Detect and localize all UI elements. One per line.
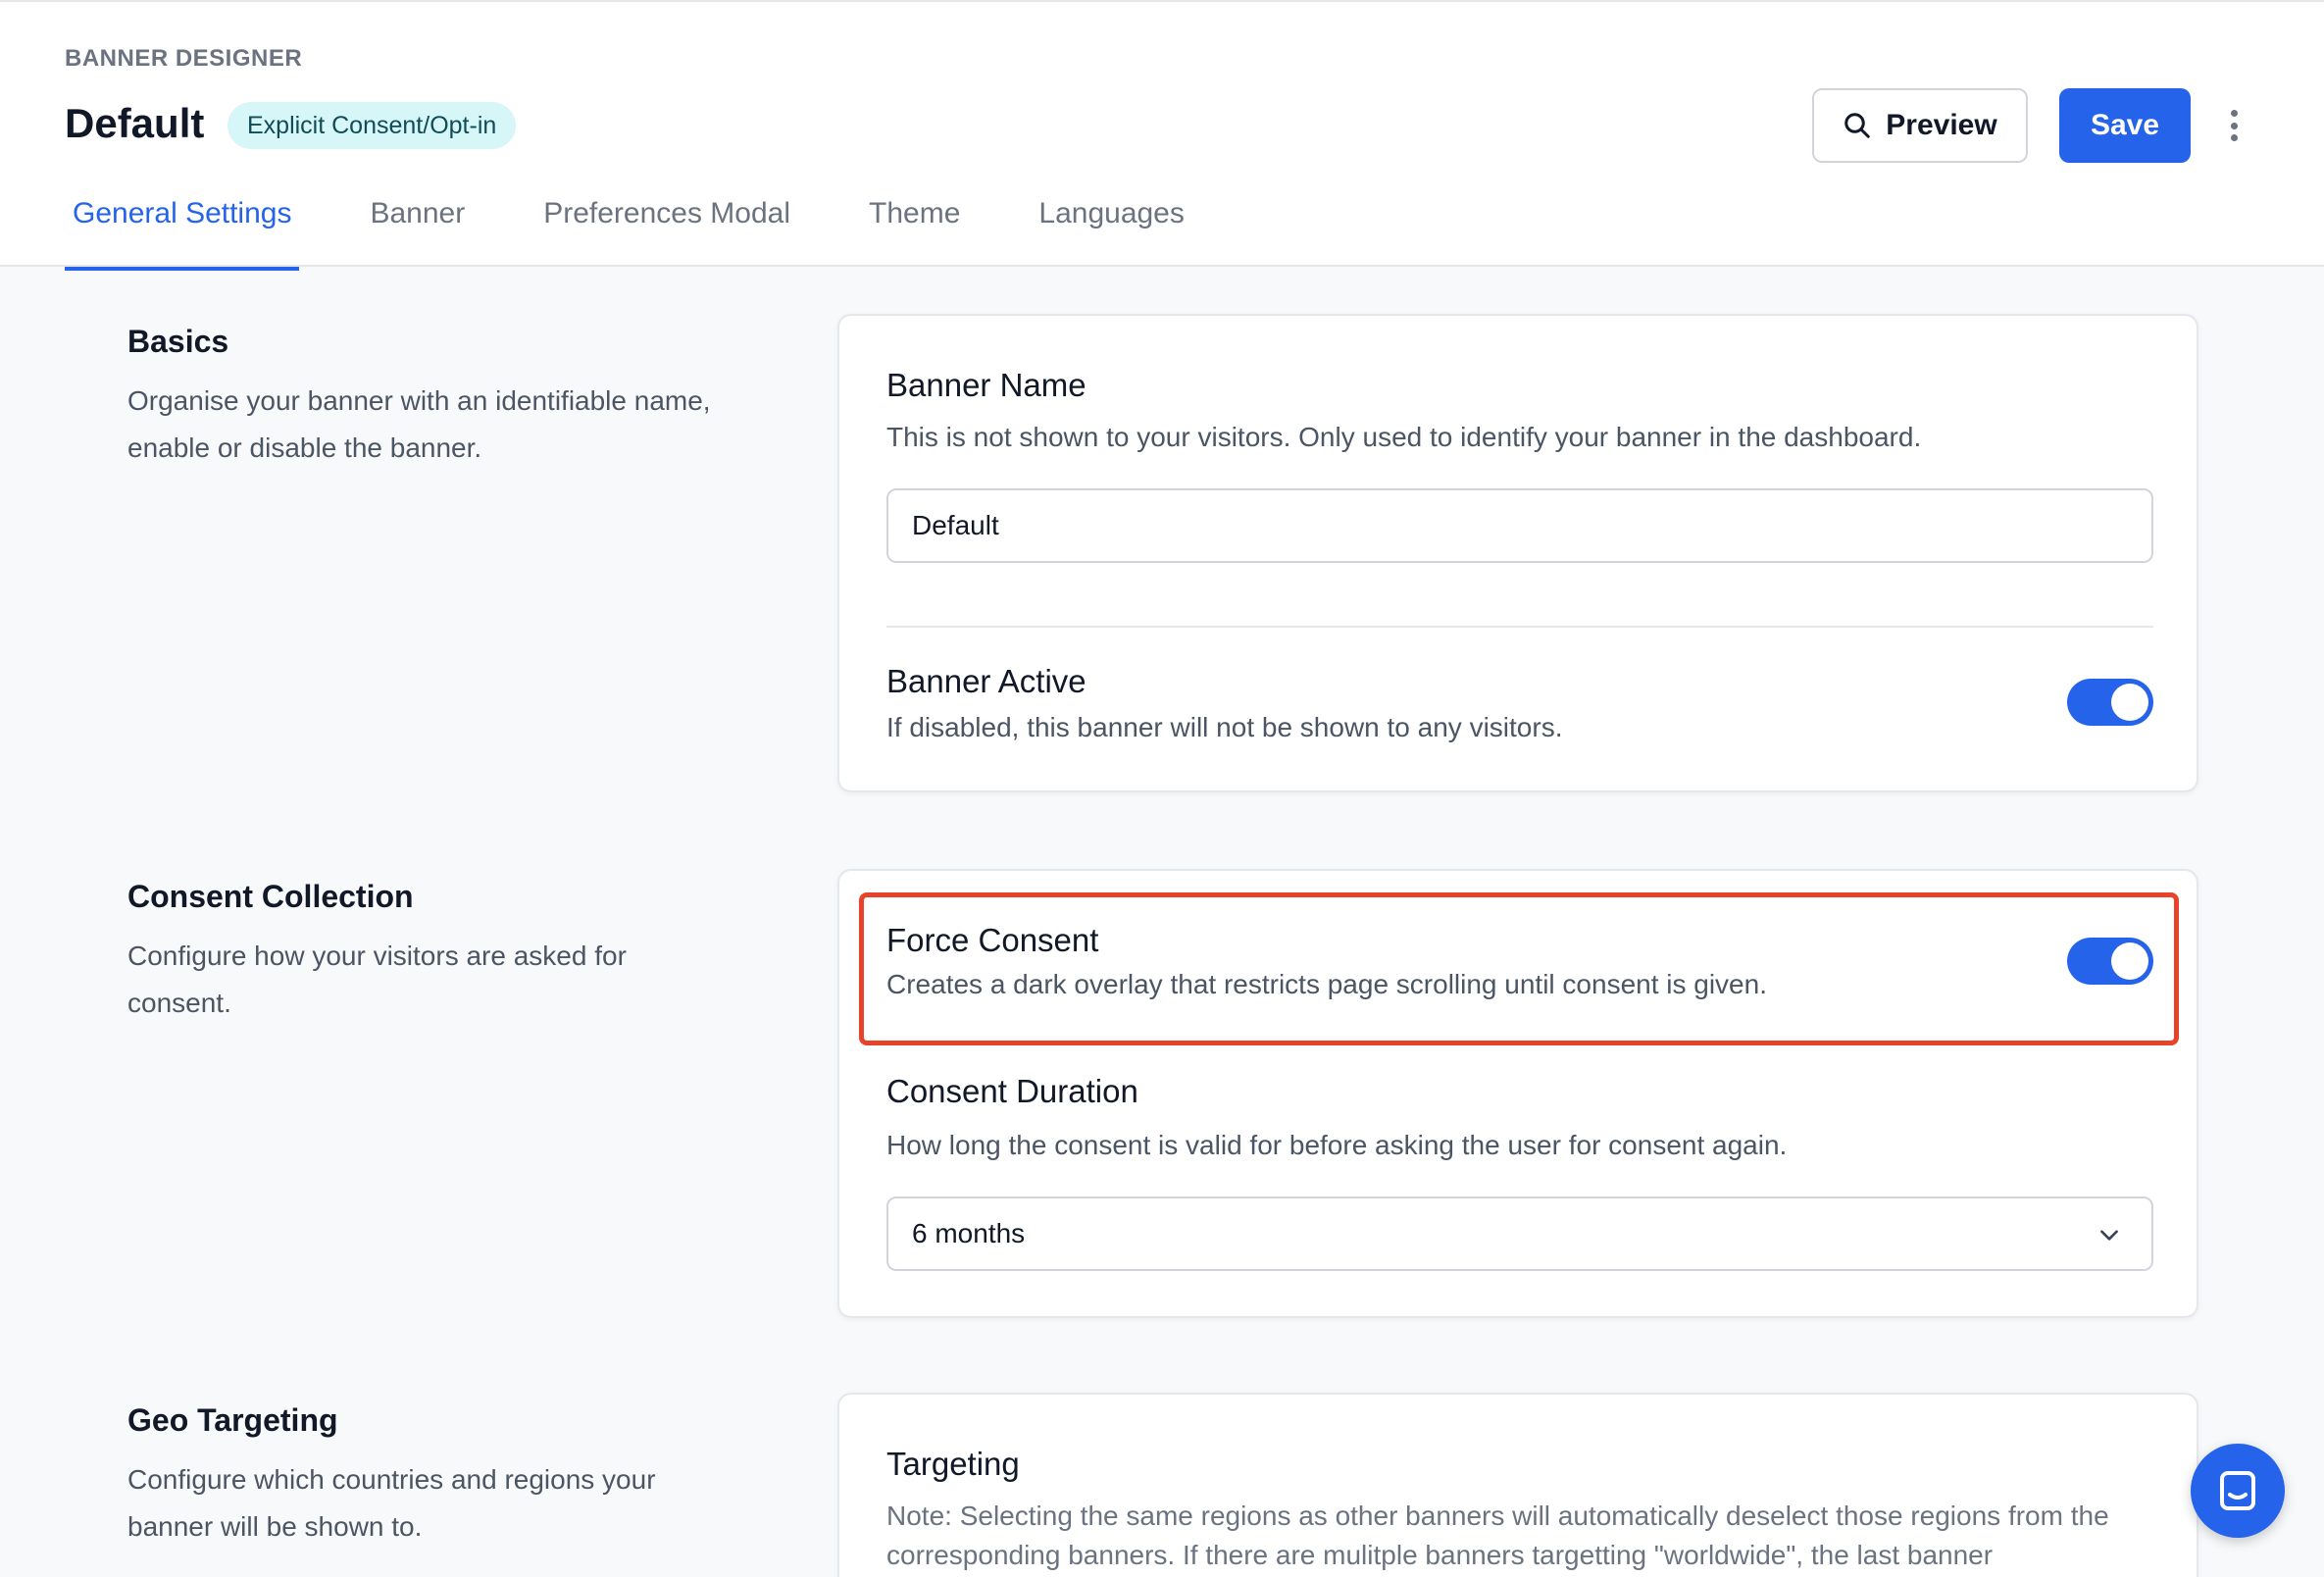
consent-duration-select[interactable]: 6 months xyxy=(886,1196,2153,1271)
page-header: BANNER DESIGNER Default Explicit Consent… xyxy=(0,0,2324,271)
force-consent-label: Force Consent xyxy=(886,922,1099,958)
tab-general-settings[interactable]: General Settings xyxy=(65,188,300,271)
geo-title: Geo Targeting xyxy=(127,1402,338,1438)
consent-duration-value: 6 months xyxy=(912,1218,1026,1248)
basics-title: Basics xyxy=(127,324,229,359)
banner-name-input[interactable] xyxy=(886,488,2153,563)
chat-icon xyxy=(2220,1471,2255,1510)
banner-name-description: This is not shown to your visitors. Only… xyxy=(886,422,1922,452)
consent-duration-label: Consent Duration xyxy=(886,1073,1138,1109)
geo-section-info: Geo Targeting Configure which countries … xyxy=(127,1402,775,1551)
page-title: Default xyxy=(65,100,205,146)
banner-active-description: If disabled, this banner will not be sho… xyxy=(886,712,1563,742)
tab-preferences-modal[interactable]: Preferences Modal xyxy=(535,188,798,269)
tab-languages[interactable]: Languages xyxy=(1031,188,1191,269)
page-eyebrow: BANNER DESIGNER xyxy=(65,45,303,72)
tab-theme[interactable]: Theme xyxy=(861,188,968,269)
consent-description: Configure how your visitors are asked fo… xyxy=(127,941,627,1018)
consent-duration-description: How long the consent is valid for before… xyxy=(886,1130,1788,1160)
tab-banner[interactable]: Banner xyxy=(362,188,473,269)
geo-card: Targeting Note: Selecting the same regio… xyxy=(837,1393,2198,1577)
consent-type-badge: Explicit Consent/Opt-in xyxy=(227,102,517,149)
banner-active-label: Banner Active xyxy=(886,663,1086,699)
settings-tabs: General Settings Banner Preferences Moda… xyxy=(65,188,1255,271)
geo-description: Configure which countries and regions yo… xyxy=(127,1464,656,1542)
basics-card: Banner Name This is not shown to your vi… xyxy=(837,314,2198,792)
search-icon xyxy=(1844,113,1871,138)
save-button[interactable]: Save xyxy=(2059,88,2191,163)
force-consent-toggle[interactable] xyxy=(2067,938,2153,985)
force-consent-description: Creates a dark overlay that restricts pa… xyxy=(886,969,1767,999)
chat-launcher-button[interactable] xyxy=(2191,1444,2285,1538)
banner-name-label: Banner Name xyxy=(886,367,1086,403)
consent-card: Force Consent Creates a dark overlay tha… xyxy=(837,869,2198,1318)
consent-title: Consent Collection xyxy=(127,879,414,914)
targeting-note: Note: Selecting the same regions as othe… xyxy=(886,1501,2109,1570)
banner-active-toggle[interactable] xyxy=(2067,679,2153,726)
card-divider xyxy=(886,626,2153,628)
targeting-label: Targeting xyxy=(886,1446,1020,1482)
preview-button[interactable]: Preview xyxy=(1812,88,2028,163)
chevron-down-icon xyxy=(2100,1230,2118,1241)
preview-button-label: Preview xyxy=(1886,109,1997,141)
consent-section-info: Consent Collection Configure how your vi… xyxy=(127,879,775,1027)
basics-description: Organise your banner with an identifiabl… xyxy=(127,385,711,463)
kebab-menu-icon[interactable] xyxy=(2218,104,2249,147)
basics-section-info: Basics Organise your banner with an iden… xyxy=(127,324,775,472)
